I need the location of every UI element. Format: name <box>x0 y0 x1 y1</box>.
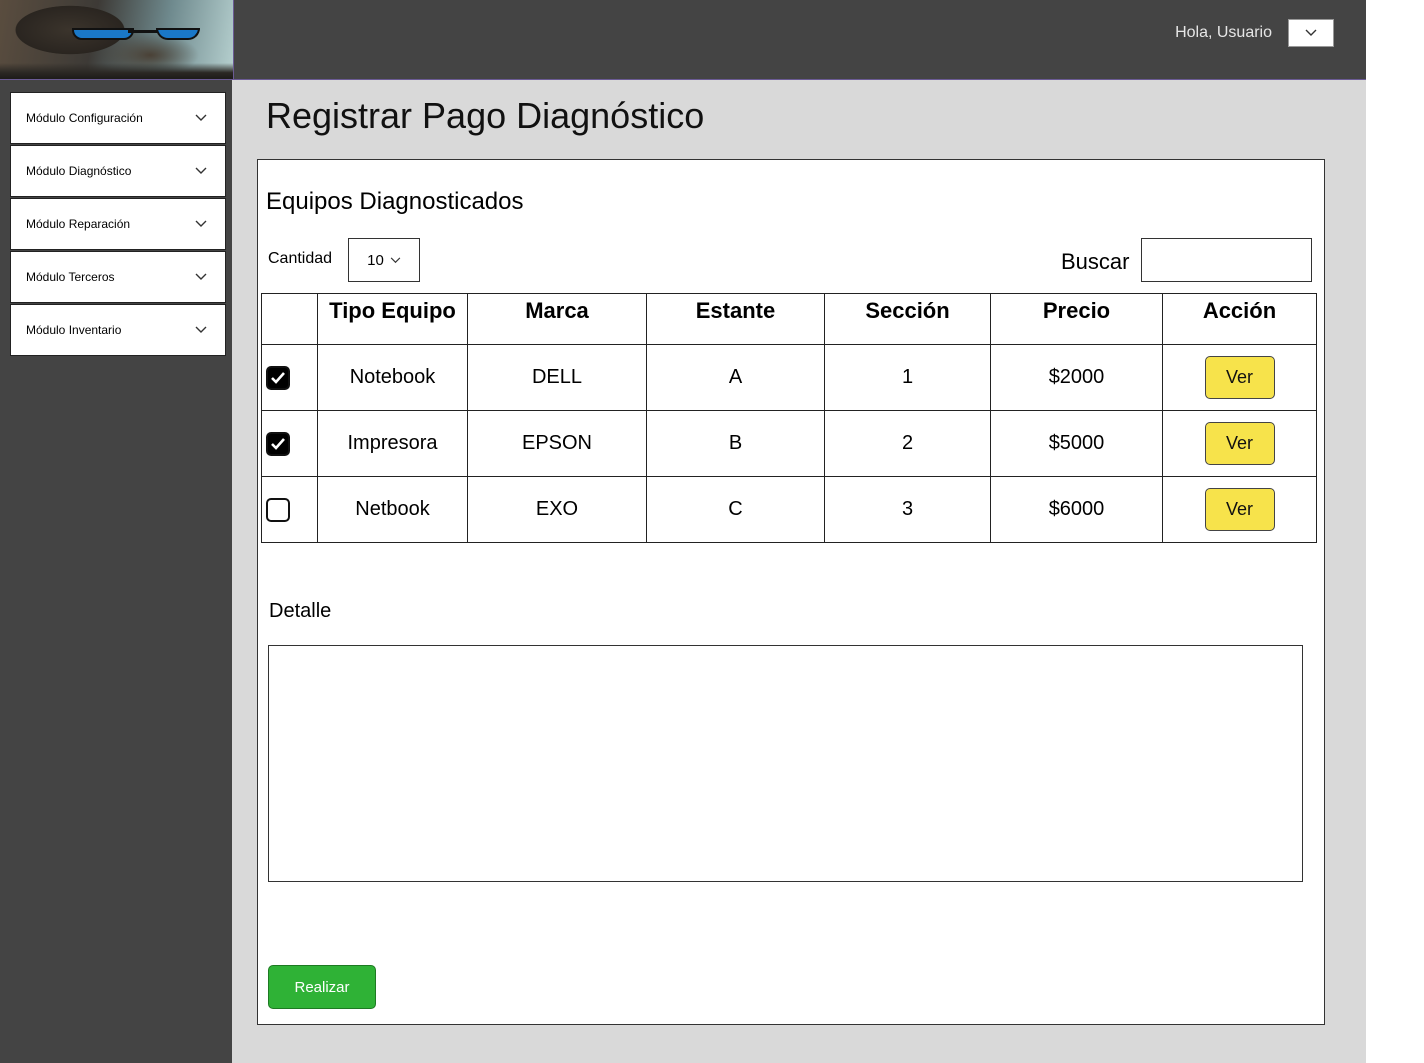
sidebar-item-inventario[interactable]: Módulo Inventario <box>10 304 226 356</box>
sidebar-item-label: Módulo Configuración <box>26 111 143 125</box>
sidebar-item-label: Módulo Inventario <box>26 323 122 337</box>
equipment-table: Tipo Equipo Marca Estante Sección Precio… <box>261 293 1317 543</box>
view-button[interactable]: Ver <box>1204 488 1275 531</box>
logo-sunglasses-bridge <box>128 30 158 33</box>
user-greeting: Hola, Usuario <box>1175 24 1272 41</box>
header-tipo-equipo: Tipo Equipo <box>317 293 468 345</box>
section-title: Equipos Diagnosticados <box>266 188 524 215</box>
cell-marca: DELL <box>467 344 647 411</box>
cell-seccion: 1 <box>824 344 991 411</box>
cell-accion: Ver <box>1162 410 1317 477</box>
cell-seccion: 2 <box>824 410 991 477</box>
chevron-down-icon <box>195 167 207 174</box>
sidebar-item-label: Módulo Terceros <box>26 270 115 284</box>
sidebar-item-reparacion[interactable]: Módulo Reparación <box>10 198 226 250</box>
user-menu-dropdown[interactable] <box>1288 19 1334 47</box>
checkmark-icon <box>271 437 285 450</box>
view-button[interactable]: Ver <box>1204 422 1275 465</box>
search-label: Buscar <box>1061 249 1130 274</box>
header-marca: Marca <box>467 293 647 345</box>
main-panel <box>257 159 1325 1025</box>
cell-tipo-equipo: Impresora <box>317 410 468 477</box>
submit-button[interactable]: Realizar <box>268 965 376 1009</box>
chevron-down-icon <box>390 256 401 263</box>
sidebar-item-diagnostico[interactable]: Módulo Diagnóstico <box>10 145 226 197</box>
logo-sunglasses-left <box>72 28 134 40</box>
cell-estante: A <box>646 344 825 411</box>
chevron-down-icon <box>195 326 207 333</box>
cell-tipo-equipo: Netbook <box>317 476 468 543</box>
row-select-cell <box>261 476 318 543</box>
table-row: Impresora EPSON B 2 $5000 Ver <box>261 410 1317 477</box>
cell-accion: Ver <box>1162 476 1317 543</box>
cell-accion: Ver <box>1162 344 1317 411</box>
detail-textarea[interactable] <box>268 645 1303 882</box>
cell-marca: EXO <box>467 476 647 543</box>
header-seccion: Sección <box>824 293 991 345</box>
quantity-value: 10 <box>367 251 384 269</box>
sidebar-item-configuracion[interactable]: Módulo Configuración <box>10 92 226 144</box>
table-row: Notebook DELL A 1 $2000 Ver <box>261 344 1317 411</box>
quantity-select[interactable]: 10 <box>348 238 420 282</box>
search-input[interactable] <box>1141 238 1312 282</box>
header-precio: Precio <box>990 293 1163 345</box>
table-header-row: Tipo Equipo Marca Estante Sección Precio… <box>261 293 1317 345</box>
header-estante: Estante <box>646 293 825 345</box>
table-row: Netbook EXO C 3 $6000 Ver <box>261 476 1317 543</box>
cell-precio: $5000 <box>990 410 1163 477</box>
cell-estante: C <box>646 476 825 543</box>
view-button[interactable]: Ver <box>1204 356 1275 399</box>
sidebar-item-label: Módulo Diagnóstico <box>26 164 132 178</box>
header-accion: Acción <box>1162 293 1317 345</box>
cell-precio: $2000 <box>990 344 1163 411</box>
top-bar: Hola, Usuario <box>0 0 1366 80</box>
chevron-down-icon <box>195 114 207 121</box>
cell-estante: B <box>646 410 825 477</box>
cell-seccion: 3 <box>824 476 991 543</box>
header-select <box>261 293 318 345</box>
cell-tipo-equipo: Notebook <box>317 344 468 411</box>
row-select-cell <box>261 410 318 477</box>
logo-image <box>0 0 234 79</box>
detail-label: Detalle <box>269 600 332 622</box>
logo-ground <box>0 63 233 79</box>
sidebar-item-terceros[interactable]: Módulo Terceros <box>10 251 226 303</box>
sidebar-item-label: Módulo Reparación <box>26 217 131 231</box>
row-checkbox[interactable] <box>266 431 290 456</box>
logo-sunglasses-right <box>156 28 200 40</box>
page-title: Registrar Pago Diagnóstico <box>266 95 705 136</box>
cell-precio: $6000 <box>990 476 1163 543</box>
checkmark-icon <box>271 371 285 384</box>
cell-marca: EPSON <box>467 410 647 477</box>
row-checkbox[interactable] <box>266 365 290 390</box>
row-select-cell <box>261 344 318 411</box>
chevron-down-icon <box>195 220 207 227</box>
row-checkbox[interactable] <box>266 497 290 522</box>
quantity-label: Cantidad <box>268 250 333 267</box>
chevron-down-icon <box>1305 29 1317 36</box>
chevron-down-icon <box>195 273 207 280</box>
